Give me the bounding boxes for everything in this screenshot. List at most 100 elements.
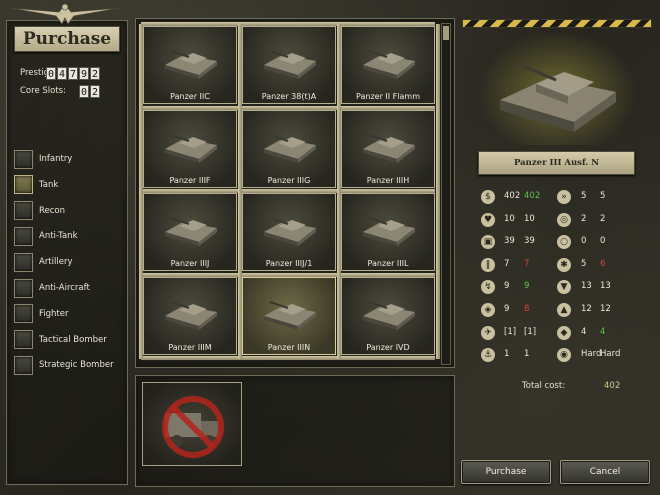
category-checkbox[interactable] (14, 355, 33, 375)
stat-value: 2 (581, 213, 587, 224)
digit: 4 (57, 67, 67, 80)
unit-card[interactable]: Panzer IIIJ (143, 193, 237, 271)
stat-row: ♥ 10 10 ◎ 2 2 (478, 212, 648, 231)
unit-name: Panzer IIIL (367, 259, 409, 268)
stat-value: 13 (581, 281, 592, 292)
transport-panel (135, 375, 455, 487)
stat-modified-value: 5 (600, 191, 606, 201)
unit-name: Panzer IVD (366, 342, 410, 352)
close-defense-icon: ◆ (557, 325, 571, 340)
purchase-button[interactable]: Purchase (461, 460, 551, 484)
category-checkbox[interactable] (14, 175, 33, 195)
stat-modified-value: 10 (524, 213, 535, 224)
grid-frame-post (436, 24, 440, 359)
stat-value: 5 (581, 191, 587, 201)
unit-name: Panzer IIIM (168, 342, 212, 352)
ammo-icon: ‖ (481, 257, 495, 272)
stat-value: 1 (504, 349, 510, 360)
stat-modified-value: 4 (600, 326, 606, 337)
stat-value: Hard (581, 349, 602, 360)
category-label: Anti-Tank (39, 231, 78, 242)
digit: 9 (79, 67, 89, 80)
unit-card[interactable]: Panzer IIIJ/1 (242, 193, 336, 271)
stat-row: ◈ 9 8 ▲ 12 12 (478, 303, 648, 321)
unit-card[interactable]: Panzer IIIH (341, 109, 435, 188)
air-defense-icon: ▲ (557, 303, 571, 317)
hard-attack-icon: ◈ (481, 303, 495, 317)
category-checkbox[interactable] (14, 252, 33, 272)
category-checkbox[interactable] (14, 278, 33, 298)
stat-value: 12 (581, 304, 592, 314)
category-item-infantry[interactable]: Infantry (14, 149, 124, 169)
unit-card[interactable]: Panzer IIIL (341, 193, 435, 271)
category-label: Artillery (39, 257, 73, 268)
unit-card[interactable]: Panzer IIIM (143, 276, 237, 355)
category-checkbox[interactable] (14, 304, 33, 324)
scroll-thumb[interactable] (443, 26, 449, 40)
grid-frame-bar (141, 356, 435, 360)
stat-modified-value: 0 (600, 236, 606, 247)
unit-card[interactable]: Panzer IIIF (143, 109, 237, 188)
stat-value: 39 (504, 236, 515, 247)
category-item-fighter[interactable]: Fighter (14, 304, 124, 324)
stat-value: 402 (504, 191, 521, 201)
stat-value: 7 (504, 258, 510, 269)
category-item-recon[interactable]: Recon (14, 201, 124, 221)
stat-row: ✈ [1] [1] ◆ 4 4 (478, 325, 648, 344)
category-item-anti-aircraft[interactable]: Anti-Aircraft (14, 278, 124, 298)
category-label: Recon (39, 205, 66, 216)
category-item-strategic-bomber[interactable]: Strategic Bomber (14, 355, 124, 375)
category-label: Fighter (39, 308, 69, 319)
transport-slot[interactable] (142, 382, 242, 466)
category-item-artillery[interactable]: Artillery (14, 252, 124, 272)
stat-row: ↯ 9 9 ▼ 13 13 (478, 280, 648, 298)
grid-frame-post (139, 24, 143, 359)
core-slots-row: Core Slots: 02 (20, 85, 120, 99)
unit-card[interactable]: Panzer IIIG (242, 109, 336, 188)
category-checkbox[interactable] (14, 330, 33, 350)
unit-name: Panzer II Flamm (356, 92, 420, 101)
hazard-stripe (462, 19, 652, 28)
stat-modified-value: 7 (524, 258, 530, 269)
naval-attack-icon: ⚓ (481, 348, 495, 363)
stat-modified-value: [1] (524, 326, 537, 337)
core-slots-counter: 02 (79, 85, 100, 98)
strength-icon: ♥ (481, 212, 495, 227)
stat-value: 9 (504, 304, 510, 314)
no-transport-icon (162, 396, 224, 458)
unit-card[interactable]: Panzer IVD (341, 276, 435, 355)
stat-modified-value: Hard (600, 349, 621, 360)
unit-name: Panzer IIIH (366, 175, 410, 185)
digit: 2 (90, 67, 100, 80)
category-item-anti-tank[interactable]: Anti-Tank (14, 226, 124, 246)
air-attack-icon: ✈ (481, 325, 495, 340)
grid-frame-bar (141, 105, 435, 110)
stat-row: ⚓ 1 1 ◉ Hard Hard (478, 348, 648, 366)
unit-name: Panzer 38(t)A (261, 92, 317, 101)
tank-preview-icon (500, 64, 616, 132)
stat-modified-value: 1 (524, 349, 530, 360)
category-checkbox[interactable] (14, 149, 33, 169)
category-item-tank[interactable]: Tank (14, 175, 124, 195)
stat-value: 10 (504, 213, 515, 224)
digit: 2 (90, 85, 100, 98)
stat-modified-value: 8 (524, 304, 530, 314)
category-checkbox[interactable] (14, 226, 33, 246)
cancel-button[interactable]: Cancel (560, 460, 650, 484)
total-cost-value: 402 (604, 381, 621, 391)
stat-modified-value: 6 (600, 258, 606, 269)
initiative-icon: ↯ (481, 280, 495, 295)
grid-scrollbar[interactable] (441, 23, 451, 365)
stat-modified-value: 39 (524, 236, 535, 247)
unit-card[interactable]: Panzer 38(t)A (242, 26, 336, 104)
unit-card[interactable]: Panzer II Flamm (341, 26, 435, 104)
category-checkbox[interactable] (14, 201, 33, 221)
category-label: Infantry (39, 154, 73, 164)
stat-modified-value: 2 (600, 213, 606, 224)
stat-value: 4 (581, 326, 587, 337)
category-label: Anti-Aircraft (39, 283, 90, 293)
unit-card[interactable]: Panzer IIIN (242, 276, 336, 355)
grid-frame-post (337, 24, 341, 359)
unit-card[interactable]: Panzer IIC (143, 26, 237, 104)
category-item-tactical-bomber[interactable]: Tactical Bomber (14, 330, 124, 350)
